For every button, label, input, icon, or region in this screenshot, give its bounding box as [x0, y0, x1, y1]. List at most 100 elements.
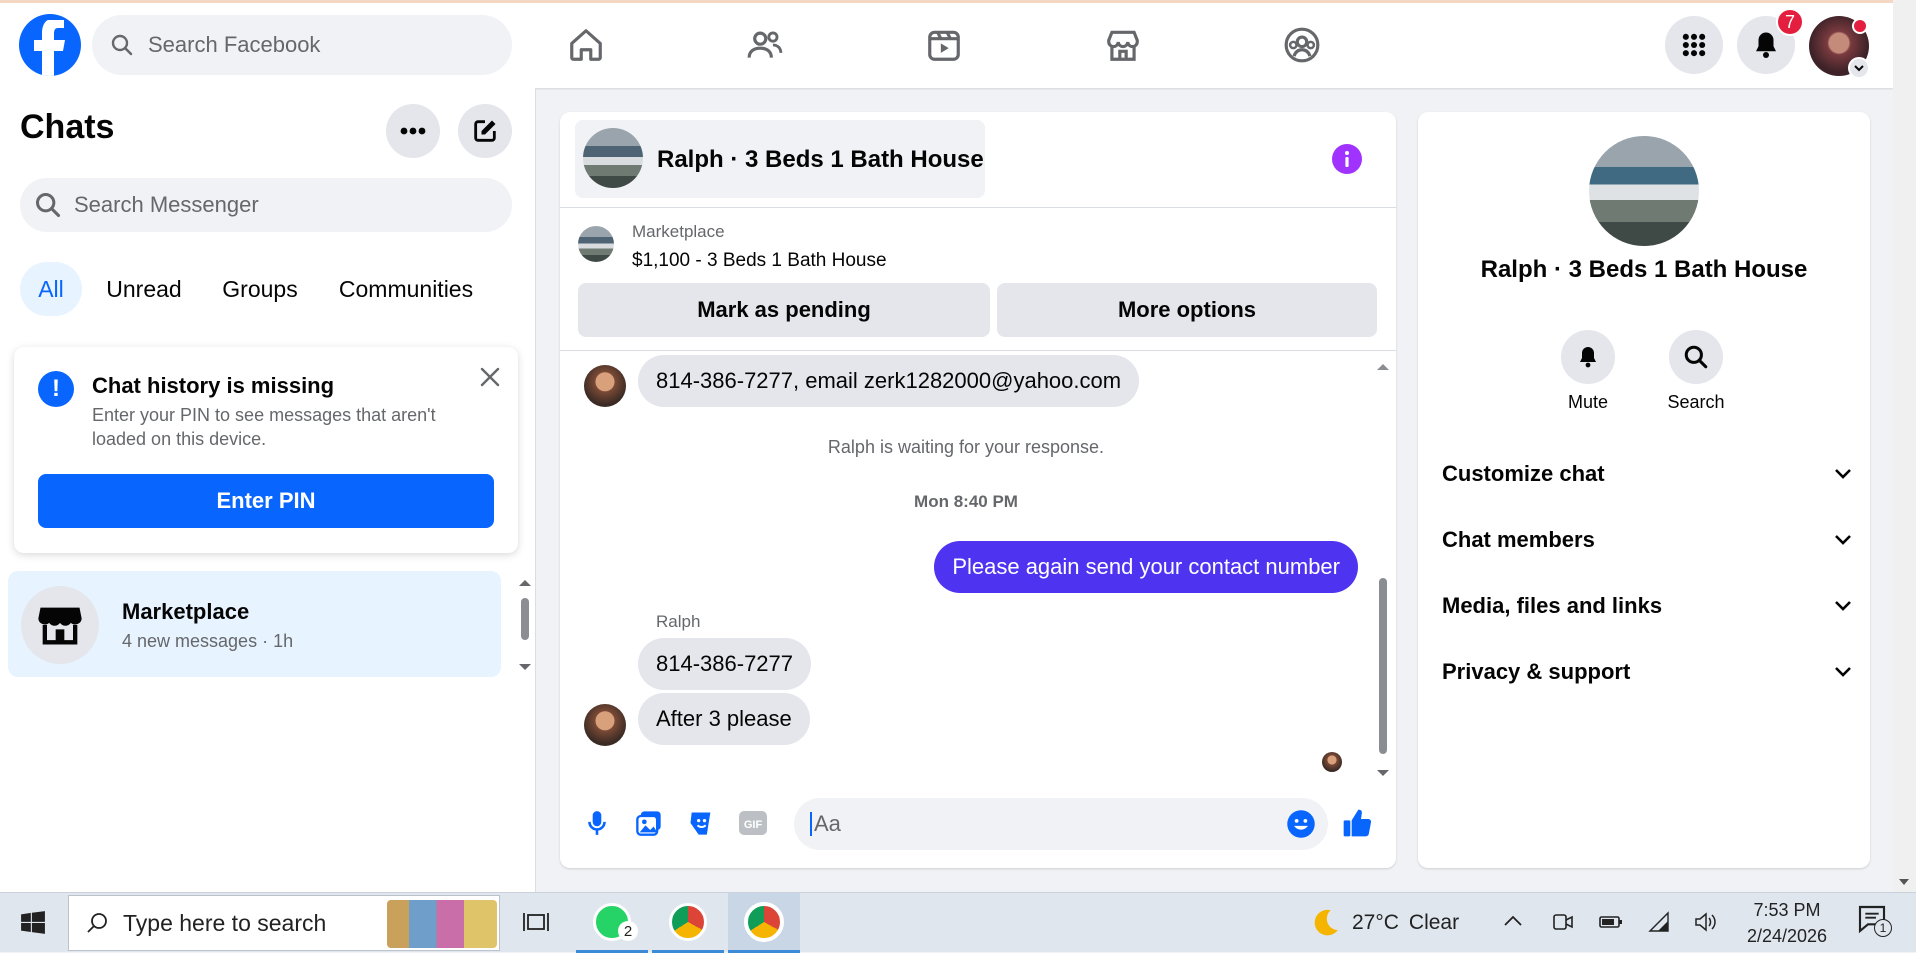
groups-icon[interactable] [1282, 25, 1322, 65]
search-highlight-image [387, 900, 497, 948]
info-alert-icon: ! [38, 371, 74, 407]
emoji-button[interactable] [1286, 809, 1316, 839]
chat-list-item[interactable]: Marketplace 4 new messages · 1h [8, 571, 501, 677]
chevron-down-icon [1834, 534, 1852, 546]
marketplace-icon[interactable] [1103, 25, 1143, 65]
listing-label: Marketplace [632, 222, 725, 241]
watch-icon[interactable] [924, 25, 964, 65]
task-view-button[interactable] [500, 893, 572, 953]
bell-icon [1751, 30, 1781, 60]
top-navigation-bar: Search Facebook 7 [0, 0, 1893, 88]
chrome-icon [669, 902, 707, 941]
chat-item-preview: 4 new messages · 1h [122, 631, 294, 651]
chrome-active-app[interactable] [728, 893, 800, 953]
search-in-conversation-button[interactable] [1669, 330, 1723, 384]
page-scrollbar[interactable] [1893, 0, 1916, 892]
notification-badge: 7 [1776, 8, 1804, 36]
listing-thumbnail[interactable] [578, 226, 614, 262]
compose-icon [471, 117, 499, 145]
message-bubble[interactable]: 814-386-7277, email zerk1282000@yahoo.co… [638, 355, 1140, 407]
message-scrollbar[interactable] [1374, 356, 1392, 786]
chat-history-notice: ! Chat history is missing Enter your PIN… [14, 347, 518, 553]
chat-item-name: Marketplace [122, 599, 250, 624]
microphone-icon [584, 809, 610, 837]
voice-clip-button[interactable] [580, 806, 614, 840]
marketplace-store-icon [34, 599, 86, 651]
volume-icon[interactable] [1694, 911, 1718, 933]
system-clock[interactable]: 7:53 PM 2/24/2026 [1732, 897, 1842, 949]
home-icon[interactable] [566, 25, 606, 65]
notice-title: Chat history is missing [92, 373, 335, 398]
filter-groups[interactable]: Groups [206, 262, 314, 316]
online-status-dot [1852, 18, 1868, 34]
message-timestamp: Mon 8:40 PM [914, 492, 1018, 511]
message-bubble[interactable]: 814-386-7277 [638, 638, 812, 690]
hidden-icons-chevron[interactable] [1502, 911, 1524, 933]
friends-icon[interactable] [745, 25, 785, 65]
mute-label: Mute [1567, 392, 1609, 412]
sent-message-bubble[interactable]: Please again send your contact number [934, 541, 1358, 593]
enter-pin-button[interactable]: Enter PIN [38, 474, 494, 528]
conversation-panel: Ralph · 3 Beds 1 Bath House Marketplace … [560, 112, 1396, 868]
customize-chat-section[interactable]: Customize chat [1442, 454, 1852, 494]
account-chevron-icon[interactable] [1848, 57, 1870, 79]
search-icon [34, 191, 62, 219]
wifi-icon[interactable] [1648, 911, 1672, 933]
marketplace-avatar [21, 586, 99, 664]
attach-photo-button[interactable] [632, 806, 666, 840]
gif-button[interactable]: GIF [736, 806, 770, 840]
listing-title[interactable]: $1,100 - 3 Beds 1 Bath House [632, 250, 887, 272]
clock-time: 7:53 PM [1753, 900, 1821, 920]
battery-icon[interactable] [1598, 911, 1624, 933]
photo-icon [635, 809, 663, 837]
bell-icon [1576, 345, 1600, 369]
new-message-button[interactable] [458, 104, 512, 158]
search-icon [1683, 344, 1709, 370]
conversation-info-button[interactable] [1332, 144, 1362, 174]
sender-avatar [584, 704, 626, 746]
start-button[interactable] [0, 893, 66, 953]
weather-widget[interactable]: 27°C Clear [1308, 893, 1478, 953]
notification-center-button[interactable]: 1 [1856, 903, 1896, 943]
section-label: Media, files and links [1442, 593, 1663, 618]
chats-options-button[interactable] [386, 104, 440, 158]
notification-center-badge: 1 [1874, 919, 1892, 937]
close-icon [479, 366, 501, 388]
facebook-logo[interactable] [19, 14, 81, 76]
privacy-support-section[interactable]: Privacy & support [1442, 652, 1852, 692]
gif-icon: GIF [738, 810, 768, 836]
windows-taskbar: Type here to search 2 27°C Clear 7:53 PM… [0, 892, 1916, 953]
messenger-search-input[interactable]: Search Messenger [20, 178, 512, 232]
task-view-icon [522, 910, 550, 936]
filter-communities[interactable]: Communities [326, 262, 486, 316]
menu-grid-button[interactable] [1665, 16, 1723, 74]
filter-all[interactable]: All [20, 262, 82, 316]
chat-members-section[interactable]: Chat members [1442, 520, 1852, 560]
filter-unread[interactable]: Unread [94, 262, 194, 316]
chevron-down-icon [1834, 600, 1852, 612]
conversation-avatar [583, 128, 643, 188]
thumbs-up-icon [1341, 807, 1373, 839]
search-icon [110, 33, 134, 57]
sticker-button[interactable] [684, 806, 718, 840]
header-divider [560, 207, 1396, 208]
message-composer-input[interactable]: Aa [794, 798, 1328, 850]
whatsapp-taskbar-app[interactable]: 2 [576, 893, 648, 953]
mute-button[interactable] [1561, 330, 1615, 384]
notice-close-button[interactable] [474, 361, 506, 393]
chat-list-scrollbar[interactable] [516, 576, 534, 676]
taskbar-search-box[interactable]: Type here to search [68, 895, 500, 951]
more-options-button[interactable]: More options [997, 283, 1377, 337]
message-bubble[interactable]: After 3 please [638, 693, 810, 745]
grid-icon [1680, 31, 1708, 59]
media-files-links-section[interactable]: Media, files and links [1442, 586, 1852, 626]
more-dots-icon [400, 127, 426, 135]
message-sender-name: Ralph [656, 612, 701, 631]
conversation-header[interactable]: Ralph · 3 Beds 1 Bath House [575, 120, 985, 198]
facebook-search-box[interactable]: Search Facebook [92, 15, 512, 75]
chrome-profile-k-app[interactable] [652, 893, 724, 953]
like-button[interactable] [1340, 806, 1374, 840]
meet-now-icon[interactable] [1552, 911, 1574, 933]
details-avatar[interactable] [1589, 136, 1699, 246]
mark-as-pending-button[interactable]: Mark as pending [578, 283, 990, 337]
